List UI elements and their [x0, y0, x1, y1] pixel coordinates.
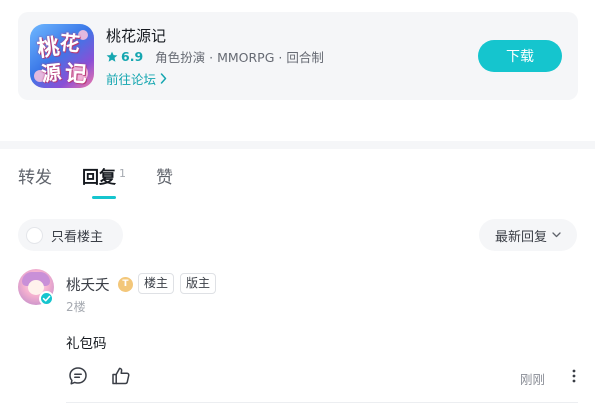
- game-meta: 6.9 角色扮演 · MMORPG · 回合制: [106, 47, 324, 66]
- game-icon-glyph: 源: [39, 60, 63, 86]
- reply-button[interactable]: [67, 365, 89, 387]
- star-icon: [106, 51, 118, 62]
- tab-repost[interactable]: 转发: [18, 160, 52, 200]
- game-rating: 6.9: [121, 49, 144, 64]
- level-badge: T: [118, 277, 133, 292]
- game-icon[interactable]: 桃 花 源 记: [30, 24, 94, 88]
- like-button[interactable]: [110, 365, 132, 387]
- chevron-right-icon: [160, 73, 167, 84]
- tab-bar: 转发 回复 1 赞: [18, 160, 203, 200]
- download-button[interactable]: 下载: [478, 40, 562, 72]
- owner-badge: 楼主: [138, 273, 175, 294]
- game-name[interactable]: 桃花源记: [106, 25, 166, 46]
- tab-label: 回复: [82, 168, 116, 188]
- chevron-down-icon: [552, 232, 561, 238]
- section-divider: [0, 141, 595, 149]
- tab-likes[interactable]: 赞: [156, 160, 173, 200]
- moderator-badge: 版主: [180, 273, 217, 294]
- more-button[interactable]: [567, 366, 581, 386]
- forum-link-label: 前往论坛: [106, 72, 157, 87]
- tab-replies[interactable]: 回复 1: [82, 160, 126, 200]
- tab-label: 赞: [156, 168, 173, 188]
- comment-icon: [69, 367, 87, 385]
- only-owner-label: 只看楼主: [51, 229, 104, 245]
- game-tags: 角色扮演 · MMORPG · 回合制: [155, 50, 324, 65]
- verified-badge: [39, 291, 54, 306]
- sort-dropdown[interactable]: 最新回复: [479, 219, 577, 251]
- thumbs-up-icon: [112, 367, 130, 385]
- comment-divider: [66, 402, 578, 403]
- username[interactable]: 桃夭夭: [66, 274, 110, 295]
- checkbox-circle-icon[interactable]: [26, 226, 43, 244]
- check-icon: [42, 295, 51, 302]
- forum-link[interactable]: 前往论坛: [106, 69, 167, 88]
- comment-content: 礼包码: [66, 336, 107, 352]
- sort-label: 最新回复: [494, 229, 547, 245]
- comment-time: 刚刚: [519, 372, 545, 387]
- game-icon-glyph: 花: [58, 30, 82, 56]
- floor-number: 2楼: [66, 300, 86, 314]
- tab-count: 1: [119, 167, 126, 180]
- tab-label: 转发: [18, 168, 52, 188]
- game-card[interactable]: 桃 花 源 记 桃花源记 6.9 角色扮演 · MMORPG · 回合制 前往论…: [18, 12, 578, 100]
- tab-active-indicator: [92, 196, 116, 199]
- game-icon-glyph: 记: [63, 60, 88, 88]
- more-vertical-icon: [572, 369, 576, 383]
- only-owner-toggle[interactable]: 只看楼主: [18, 219, 123, 251]
